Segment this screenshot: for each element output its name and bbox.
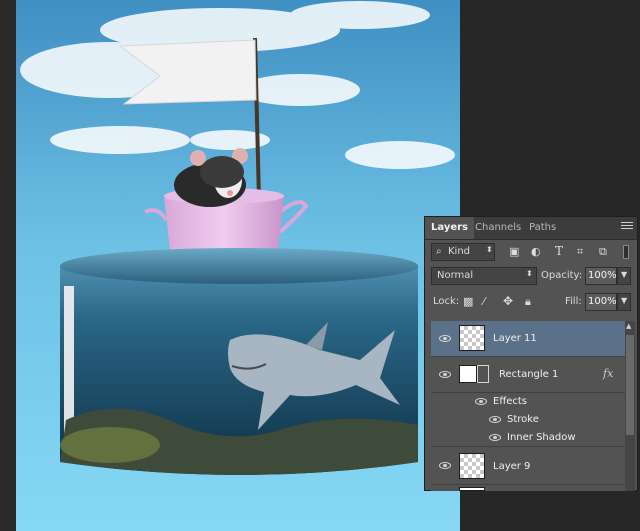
lock-label: Lock: bbox=[433, 296, 460, 307]
opacity-label: Opacity: bbox=[541, 270, 583, 281]
tab-paths[interactable]: Paths bbox=[523, 217, 562, 239]
eye-icon[interactable] bbox=[439, 462, 451, 469]
eye-icon[interactable] bbox=[475, 398, 487, 405]
layer-row-rectangle-1[interactable]: Rectangle 1 fx bbox=[431, 357, 627, 393]
layers-scrollbar[interactable]: ▲ bbox=[625, 321, 635, 491]
layer-name: Rectangle 1 bbox=[499, 369, 559, 380]
fx-icon[interactable]: fx bbox=[603, 367, 613, 380]
updown-icon: ⬍ bbox=[486, 245, 493, 254]
fill-label: Fill: bbox=[565, 296, 582, 307]
tab-channels[interactable]: Channels bbox=[469, 217, 527, 239]
fill-dropdown-button[interactable]: ▼ bbox=[617, 293, 631, 311]
effect-name: Inner Shadow bbox=[507, 432, 576, 443]
artwork bbox=[16, 0, 460, 531]
layer-row-layer-9[interactable]: Layer 9 bbox=[431, 447, 627, 485]
layers-list: Layer 11 Rectangle 1 fx Effects Stroke I… bbox=[431, 321, 627, 491]
chevron-down-icon: ▼ bbox=[621, 296, 628, 305]
opacity-dropdown-button[interactable]: ▼ bbox=[617, 267, 631, 285]
eye-icon[interactable] bbox=[489, 416, 501, 423]
lock-brush-icon[interactable]: ⁄ bbox=[483, 295, 485, 308]
opacity-value: 100% bbox=[588, 270, 617, 281]
document-canvas[interactable] bbox=[0, 0, 460, 531]
panel-tab-bar: Layers Channels Paths bbox=[425, 217, 637, 240]
shape-filter-icon[interactable]: ⌗ bbox=[577, 245, 583, 259]
eye-icon[interactable] bbox=[439, 371, 451, 378]
fill-input[interactable]: 100% bbox=[585, 293, 617, 311]
layer-thumbnail bbox=[459, 325, 485, 351]
vector-mask-icon bbox=[477, 365, 489, 383]
blend-mode-select[interactable]: Normal ⬍ bbox=[431, 267, 537, 285]
layer-thumbnail bbox=[459, 453, 485, 479]
layers-panel: Layers Channels Paths ⌕ Kind ⬍ ▣ ◐ T ⌗ ⧉… bbox=[424, 216, 638, 491]
lock-all-icon[interactable]: 🔒︎ bbox=[525, 295, 531, 309]
lock-row: Lock: ▩ ⁄ ✥ 🔒︎ Fill: 100% ▼ bbox=[425, 293, 637, 313]
layer-row-layer-11[interactable]: Layer 11 bbox=[431, 321, 627, 357]
updown-icon: ⬍ bbox=[526, 269, 533, 278]
blend-row: Normal ⬍ Opacity: 100% ▼ bbox=[425, 267, 637, 287]
lock-transparent-icon[interactable]: ▩ bbox=[463, 295, 473, 308]
filter-kind-select[interactable]: ⌕ Kind ⬍ bbox=[431, 243, 495, 261]
filter-row: ⌕ Kind ⬍ ▣ ◐ T ⌗ ⧉ bbox=[425, 243, 637, 263]
eye-icon[interactable] bbox=[439, 335, 451, 342]
panel-menu-icon[interactable] bbox=[621, 222, 633, 232]
fill-value: 100% bbox=[588, 296, 617, 307]
type-filter-icon[interactable]: T bbox=[555, 244, 563, 258]
layer-name: Layer 11 bbox=[493, 333, 537, 344]
scrollbar-thumb[interactable] bbox=[626, 335, 634, 435]
layer-thumbnail bbox=[459, 487, 485, 491]
chevron-down-icon: ▼ bbox=[621, 270, 628, 279]
filter-toggle-icon[interactable] bbox=[623, 245, 629, 259]
effects-header-row[interactable]: Effects bbox=[431, 393, 627, 411]
tab-layers[interactable]: Layers bbox=[425, 217, 474, 239]
search-icon: ⌕ bbox=[436, 246, 442, 257]
effect-name: Stroke bbox=[507, 414, 539, 425]
smart-object-filter-icon[interactable]: ⧉ bbox=[599, 245, 607, 259]
next-layer-partial bbox=[431, 485, 627, 491]
blend-mode-value: Normal bbox=[437, 270, 474, 281]
scroll-up-icon[interactable]: ▲ bbox=[626, 322, 631, 330]
opacity-input[interactable]: 100% bbox=[585, 267, 617, 285]
adjustment-filter-icon[interactable]: ◐ bbox=[531, 245, 541, 258]
filter-kind-label: Kind bbox=[448, 246, 471, 257]
image-filter-icon[interactable]: ▣ bbox=[509, 245, 519, 258]
effect-row-stroke[interactable]: Stroke bbox=[431, 411, 627, 429]
eye-icon[interactable] bbox=[489, 434, 501, 441]
effect-row-inner-shadow[interactable]: Inner Shadow bbox=[431, 429, 627, 447]
effects-label: Effects bbox=[493, 396, 527, 407]
lock-position-icon[interactable]: ✥ bbox=[503, 294, 513, 308]
layer-name: Layer 9 bbox=[493, 461, 531, 472]
shape-thumbnail bbox=[459, 365, 477, 383]
